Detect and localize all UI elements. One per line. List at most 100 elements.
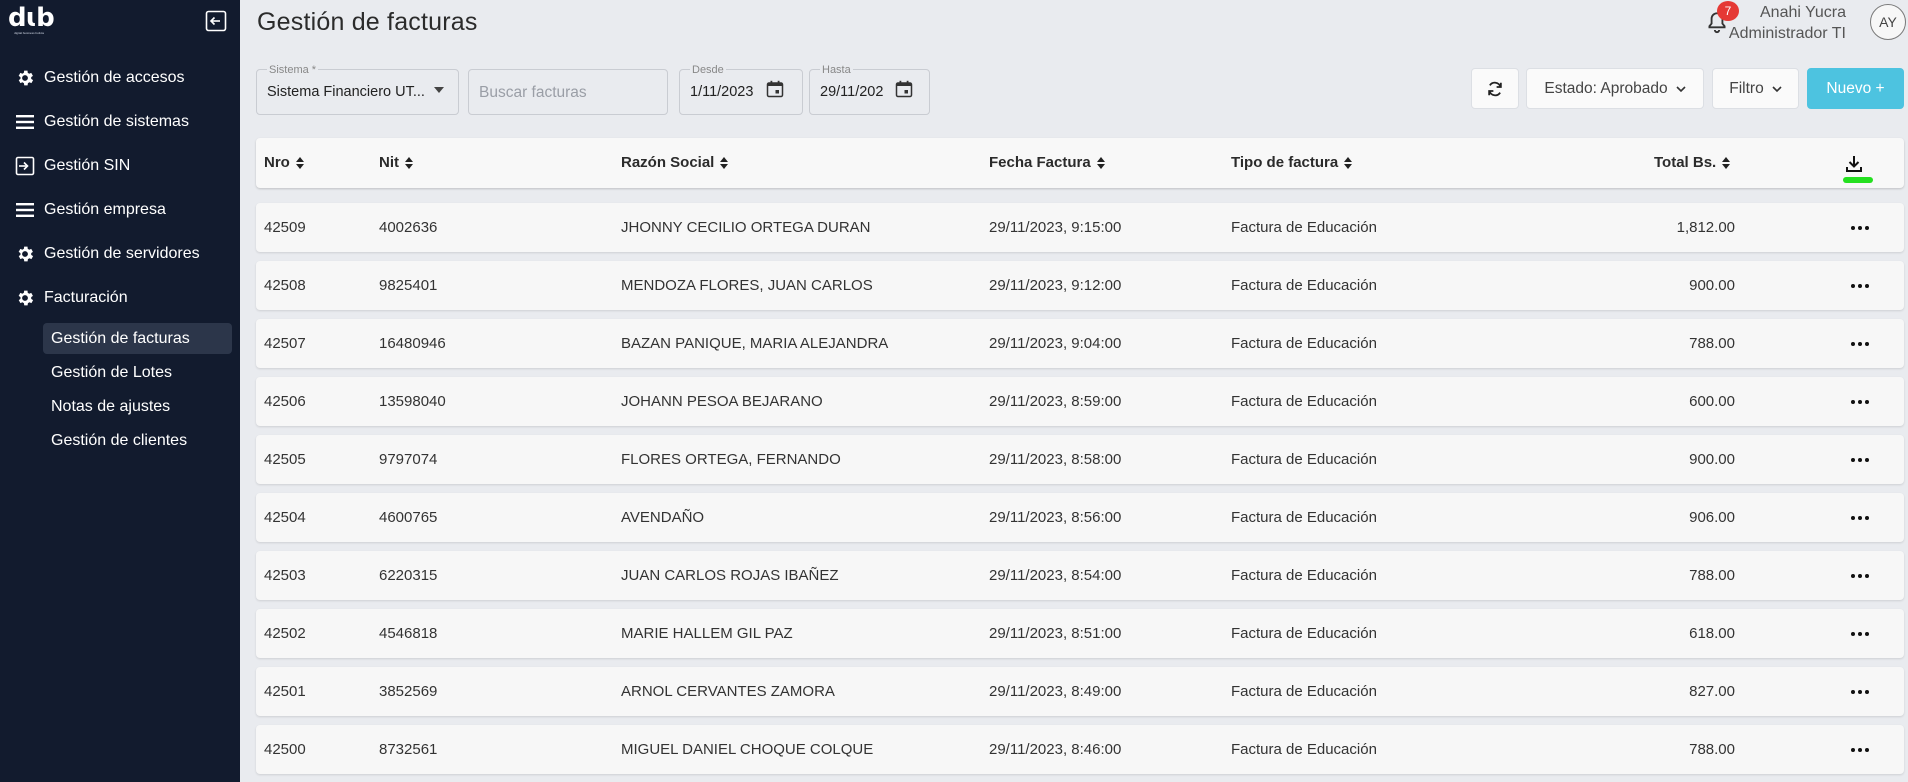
column-header-nit[interactable]: Nit: [379, 154, 413, 171]
table-row[interactable]: 42500 8732561 MIGUEL DANIEL CHOQUE COLQU…: [256, 725, 1904, 774]
row-actions-button[interactable]: [1848, 682, 1872, 702]
cell-nit: 8732561: [379, 741, 438, 758]
row-actions-button[interactable]: [1848, 624, 1872, 644]
desde-value: 1/11/2023: [690, 84, 754, 100]
calendar-icon[interactable]: [895, 80, 913, 98]
logo-text: dɩb: [8, 3, 55, 33]
sidebar-item-gestion-sistemas[interactable]: Gestión de sistemas: [0, 100, 240, 144]
cell-total: 788.00: [1689, 335, 1735, 352]
cell-total: 900.00: [1689, 451, 1735, 468]
cell-nro: 42506: [264, 393, 306, 410]
column-label: Nit: [379, 154, 399, 171]
sort-icon: [1096, 156, 1105, 169]
estado-label: Estado: Aprobado: [1544, 79, 1668, 97]
table-row[interactable]: 42508 9825401 MENDOZA FLORES, JUAN CARLO…: [256, 261, 1904, 310]
sidebar-subitem-gestion-facturas[interactable]: Gestión de facturas: [43, 323, 232, 354]
desde-date-field[interactable]: Desde 1/11/2023: [679, 64, 803, 115]
row-actions-button[interactable]: [1848, 740, 1872, 760]
cell-total: 827.00: [1689, 683, 1735, 700]
table-row[interactable]: 42507 16480946 BAZAN PANIQUE, MARIA ALEJ…: [256, 319, 1904, 368]
column-header-tipo-factura[interactable]: Tipo de factura: [1231, 154, 1353, 171]
avatar[interactable]: AY: [1870, 4, 1906, 40]
cell-razon-social: AVENDAÑO: [621, 509, 705, 526]
chevron-down-icon: [1772, 85, 1782, 92]
cell-total: 600.00: [1689, 393, 1735, 410]
column-header-razon-social[interactable]: Razón Social: [621, 154, 729, 171]
table-row[interactable]: 42504 4600765 AVENDAÑO 29/11/2023, 8:56:…: [256, 493, 1904, 542]
cell-nit: 4002636: [379, 219, 438, 236]
sidebar-item-gestion-accesos[interactable]: Gestión de accesos: [0, 56, 240, 100]
cell-fecha: 29/11/2023, 9:15:00: [989, 219, 1122, 236]
cell-nit: 6220315: [379, 567, 438, 584]
cell-total: 618.00: [1689, 625, 1735, 642]
gear-icon: [15, 68, 35, 88]
cell-tipo: Factura de Educación: [1231, 683, 1377, 700]
search-input[interactable]: Buscar facturas: [468, 69, 668, 115]
column-label: Razón Social: [621, 154, 715, 171]
cell-nro: 42509: [264, 219, 306, 236]
sidebar-subitem-notas-ajustes[interactable]: Notas de ajustes: [43, 391, 232, 422]
column-header-nro[interactable]: Nro: [264, 154, 304, 171]
sistema-select[interactable]: Sistema * Sistema Financiero UT...: [256, 64, 459, 115]
table-row[interactable]: 42509 4002636 JHONNY CECILIO ORTEGA DURA…: [256, 203, 1904, 252]
nuevo-button[interactable]: Nuevo +: [1807, 68, 1904, 109]
row-actions-button[interactable]: [1848, 508, 1872, 528]
hasta-label: Hasta: [820, 64, 853, 76]
sidebar-item-label: Gestión de sistemas: [44, 113, 189, 130]
cell-nro: 42507: [264, 335, 306, 352]
table-header: Nro Nit Razón Social Fecha Factura Tipo …: [256, 138, 1904, 188]
download-button[interactable]: [1844, 154, 1864, 174]
row-actions-button[interactable]: [1848, 334, 1872, 354]
column-label: Nro: [264, 154, 290, 171]
app-logo[interactable]: dɩb digital business bolivia: [8, 3, 55, 40]
row-actions-button[interactable]: [1848, 218, 1872, 238]
sidebar-subitem-gestion-clientes[interactable]: Gestión de clientes: [43, 425, 232, 456]
cell-total: 788.00: [1689, 741, 1735, 758]
table-row[interactable]: 42503 6220315 JUAN CARLOS ROJAS IBAÑEZ 2…: [256, 551, 1904, 600]
sort-icon: [295, 156, 304, 169]
cell-fecha: 29/11/2023, 8:56:00: [989, 509, 1122, 526]
cell-tipo: Factura de Educación: [1231, 335, 1377, 352]
table-row[interactable]: 42505 9797074 FLORES ORTEGA, FERNANDO 29…: [256, 435, 1904, 484]
sidebar-subitem-gestion-lotes[interactable]: Gestión de Lotes: [43, 357, 232, 388]
sidebar-item-gestion-empresa[interactable]: Gestión empresa: [0, 188, 240, 232]
cell-fecha: 29/11/2023, 9:12:00: [989, 277, 1122, 294]
table-row[interactable]: 42502 4546818 MARIE HALLEM GIL PAZ 29/11…: [256, 609, 1904, 658]
cell-nit: 9797074: [379, 451, 438, 468]
cell-total: 906.00: [1689, 509, 1735, 526]
sort-icon: [405, 156, 413, 169]
cell-razon-social: BAZAN PANIQUE, MARIA ALEJANDRA: [621, 335, 889, 352]
cell-fecha: 29/11/2023, 8:51:00: [989, 625, 1122, 642]
row-actions-button[interactable]: [1848, 392, 1872, 412]
column-label: Fecha Factura: [989, 154, 1091, 171]
collapse-sidebar-button[interactable]: [205, 10, 227, 32]
cell-nro: 42505: [264, 451, 306, 468]
table-row[interactable]: 42501 3852569 ARNOL CERVANTES ZAMORA 29/…: [256, 667, 1904, 716]
sidebar-item-gestion-sin[interactable]: Gestión SIN: [0, 144, 240, 188]
row-actions-button[interactable]: [1848, 450, 1872, 470]
table-row[interactable]: 42506 13598040 JOHANN PESOA BEJARANO 29/…: [256, 377, 1904, 426]
cell-nro: 42508: [264, 277, 306, 294]
download-icon: [1846, 156, 1862, 172]
filtro-button[interactable]: Filtro: [1712, 68, 1799, 109]
table-body: 42509 4002636 JHONNY CECILIO ORTEGA DURA…: [256, 203, 1904, 782]
sidebar: dɩb digital business bolivia Gestión de …: [0, 0, 240, 782]
cell-nit: 9825401: [379, 277, 438, 294]
filtro-label: Filtro: [1729, 79, 1764, 97]
row-actions-button[interactable]: [1848, 566, 1872, 586]
sidebar-item-facturacion[interactable]: Facturación: [0, 276, 240, 320]
cell-fecha: 29/11/2023, 8:46:00: [989, 741, 1122, 758]
estado-filter-button[interactable]: Estado: Aprobado: [1526, 68, 1704, 109]
refresh-button[interactable]: [1471, 68, 1519, 109]
row-actions-button[interactable]: [1848, 276, 1872, 296]
cell-total: 1,812.00: [1676, 219, 1735, 236]
calendar-icon[interactable]: [766, 80, 784, 98]
login-icon: [15, 156, 35, 176]
menu-icon: [15, 200, 35, 220]
column-header-fecha-factura[interactable]: Fecha Factura: [989, 154, 1105, 171]
cell-nit: 13598040: [379, 393, 446, 410]
sidebar-item-gestion-servidores[interactable]: Gestión de servidores: [0, 232, 240, 276]
column-header-total[interactable]: Total Bs.: [1654, 154, 1731, 171]
cell-tipo: Factura de Educación: [1231, 509, 1377, 526]
hasta-date-field[interactable]: Hasta 29/11/202: [809, 64, 930, 115]
